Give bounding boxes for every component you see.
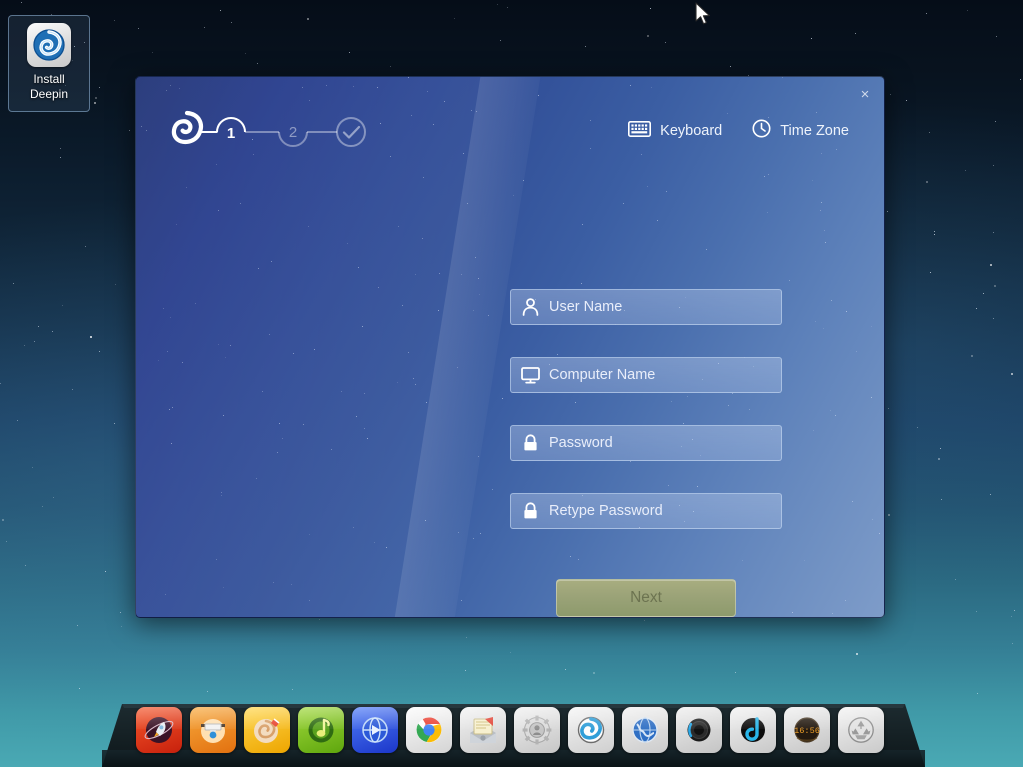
password-field[interactable]: Password xyxy=(510,425,782,461)
installer-dialog: × 1 2 xyxy=(135,76,885,618)
next-button[interactable]: Next xyxy=(556,579,736,617)
dock-item-deepin-music[interactable] xyxy=(730,707,776,753)
desktop: Install Deepin × 1 xyxy=(0,0,1023,767)
keyboard-label: Keyboard xyxy=(660,123,722,139)
timezone-button[interactable]: Time Zone xyxy=(752,119,849,143)
mouse-cursor xyxy=(694,2,712,28)
dock-item-browser[interactable] xyxy=(622,707,668,753)
dock-item-deepin-logo[interactable] xyxy=(568,707,614,753)
retype-password-placeholder: Retype Password xyxy=(549,503,663,519)
username-placeholder: User Name xyxy=(549,299,622,315)
dock-item-mail[interactable] xyxy=(460,707,506,753)
timezone-label: Time Zone xyxy=(780,123,849,139)
dock-item-music-player[interactable] xyxy=(298,707,344,753)
step-1-label: 1 xyxy=(227,125,235,142)
dock-items: 16:56 xyxy=(136,707,884,753)
clock-icon xyxy=(752,119,771,143)
computername-placeholder: Computer Name xyxy=(549,367,655,383)
keyboard-button[interactable]: Keyboard xyxy=(628,121,722,142)
dialog-highlight-band xyxy=(135,76,547,618)
dock-item-media-player[interactable] xyxy=(352,707,398,753)
user-icon xyxy=(511,298,549,316)
dock-item-google-chrome[interactable] xyxy=(406,707,452,753)
lock-icon xyxy=(511,434,549,452)
step-progress-indicator: 1 2 xyxy=(171,107,401,157)
desktop-icon-label-line2: Deepin xyxy=(10,87,88,102)
monitor-icon xyxy=(511,367,549,384)
close-icon[interactable]: × xyxy=(854,83,876,105)
dock-item-app-store[interactable] xyxy=(190,707,236,753)
dock-item-clock[interactable]: 16:56 xyxy=(784,707,830,753)
password-placeholder: Password xyxy=(549,435,613,451)
dock-clock-time: 16:56 xyxy=(794,726,820,736)
computername-field[interactable]: Computer Name xyxy=(510,357,782,393)
deepin-logo-icon xyxy=(174,113,201,142)
dock-item-launcher[interactable] xyxy=(136,707,182,753)
lock-icon xyxy=(511,502,549,520)
dock-item-deepin-app[interactable] xyxy=(244,707,290,753)
username-field[interactable]: User Name xyxy=(510,289,782,325)
keyboard-icon xyxy=(628,121,651,142)
step-3-check-icon xyxy=(344,127,359,138)
deepin-installer-icon xyxy=(27,23,71,67)
desktop-icon-label-line1: Install xyxy=(10,72,88,87)
desktop-icon-install-deepin[interactable]: Install Deepin xyxy=(8,15,90,112)
dock-item-system-settings[interactable] xyxy=(514,707,560,753)
dock: 16:56 xyxy=(0,690,1023,767)
account-setup-form: User Name Computer Name xyxy=(510,289,782,561)
step-2-label: 2 xyxy=(289,124,297,141)
dialog-header-actions: Keyboard Time Zone xyxy=(628,119,849,143)
dock-item-trash[interactable] xyxy=(838,707,884,753)
retype-password-field[interactable]: Retype Password xyxy=(510,493,782,529)
desktop-icon-label: Install Deepin xyxy=(10,72,88,102)
dock-item-volume[interactable] xyxy=(676,707,722,753)
